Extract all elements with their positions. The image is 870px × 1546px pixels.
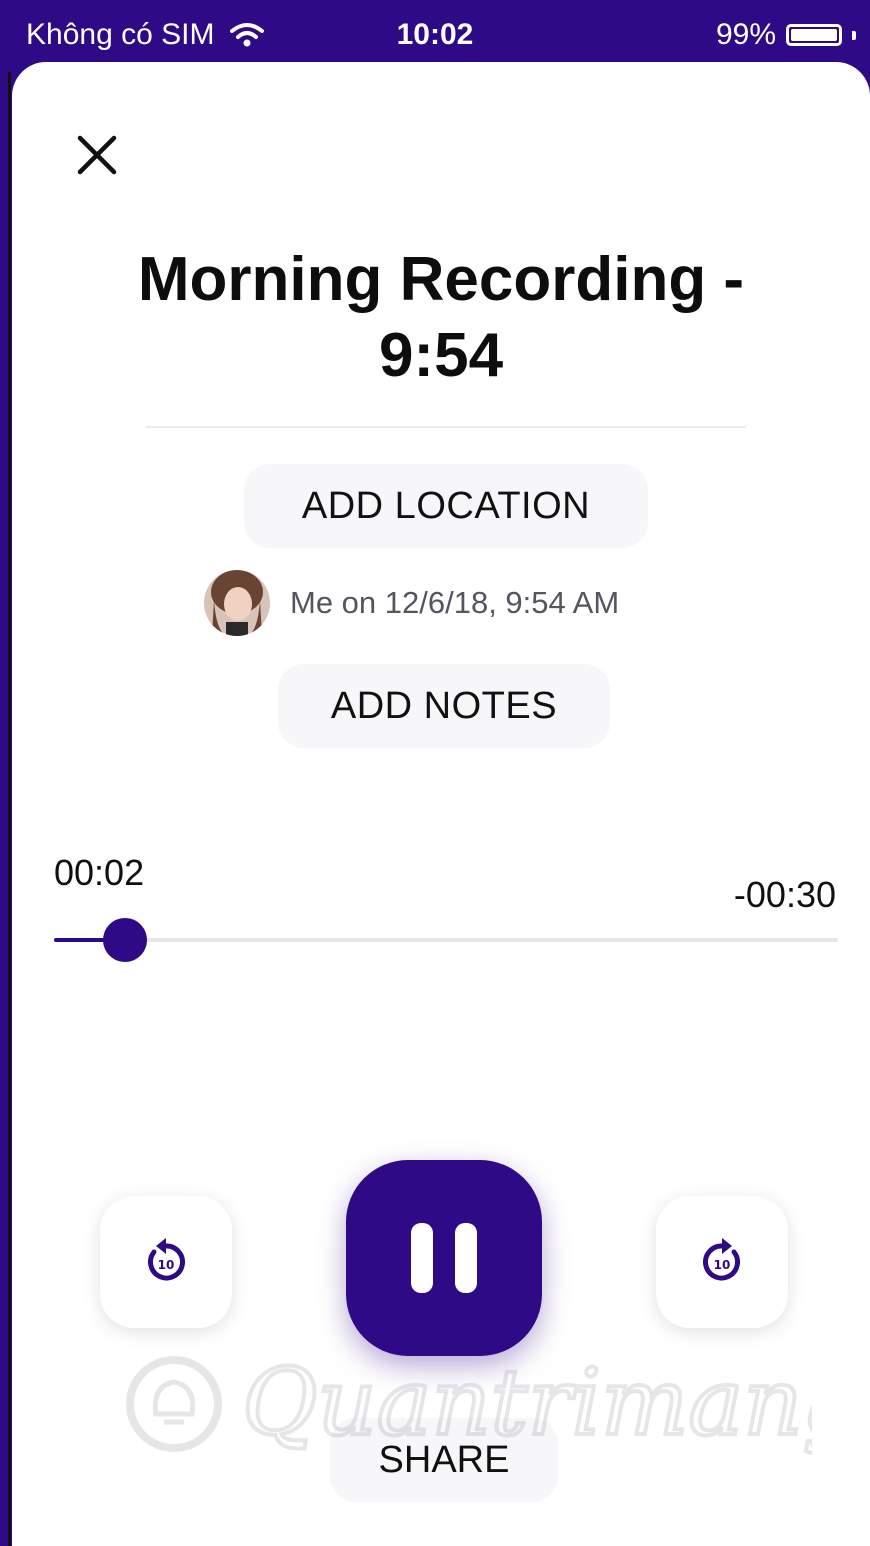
- skip-back-button[interactable]: 10: [100, 1196, 232, 1328]
- pause-bar-left: [411, 1223, 433, 1293]
- forward-seconds-label: 10: [714, 1258, 731, 1272]
- battery-fill: [791, 29, 837, 41]
- battery-percent: 99%: [715, 18, 776, 51]
- share-button[interactable]: SHARE: [330, 1418, 558, 1502]
- rewind-10-icon: 10: [148, 1238, 185, 1281]
- remaining-time: -00:30: [733, 874, 836, 915]
- title-divider: [146, 426, 746, 428]
- close-icon: [77, 135, 117, 175]
- add-notes-label: ADD NOTES: [330, 684, 558, 727]
- recording-title[interactable]: Morning Recording - 9:54: [12, 242, 870, 394]
- pause-bar-right: [455, 1223, 477, 1293]
- frame-edge: [8, 72, 11, 1546]
- add-location-label: ADD LOCATION: [301, 484, 591, 527]
- battery-tip: [852, 30, 856, 40]
- avatar: [204, 570, 270, 636]
- rewind-seconds-label: 10: [158, 1258, 175, 1272]
- recording-detail-sheet: Morning Recording - 9:54 ADD LOCATION Me…: [12, 62, 870, 1546]
- pause-button[interactable]: [346, 1160, 542, 1356]
- close-button[interactable]: [72, 130, 122, 180]
- author-line: Me on 12/6/18, 9:54 AM: [290, 585, 620, 620]
- playback-slider[interactable]: [54, 918, 838, 962]
- author-row: Me on 12/6/18, 9:54 AM: [204, 570, 619, 636]
- app-screen: Không có SIM 10:02 99% Morning Recording…: [0, 0, 870, 1546]
- skip-forward-button[interactable]: 10: [656, 1196, 788, 1328]
- add-notes-button[interactable]: ADD NOTES: [278, 664, 610, 748]
- add-location-button[interactable]: ADD LOCATION: [244, 464, 648, 548]
- pause-icon: [411, 1223, 477, 1293]
- share-label: SHARE: [378, 1438, 510, 1481]
- elapsed-time: 00:02: [54, 852, 145, 893]
- playback-slider-thumb[interactable]: [102, 918, 147, 962]
- status-battery-group: 99%: [716, 18, 856, 52]
- battery-icon: [786, 24, 842, 46]
- avatar-photo: [204, 570, 270, 636]
- forward-10-icon: 10: [703, 1238, 740, 1281]
